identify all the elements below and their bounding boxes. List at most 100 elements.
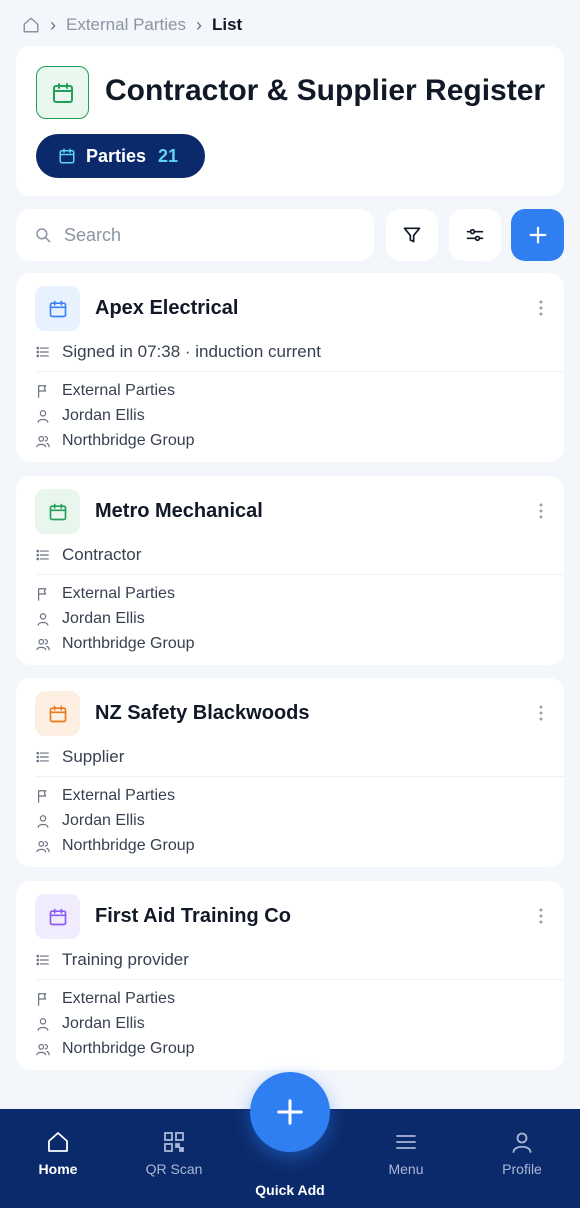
flag-icon — [36, 992, 50, 1006]
party-card[interactable]: NZ Safety Blackwoods Supplier External P… — [16, 678, 564, 867]
qr-code-icon — [161, 1129, 187, 1155]
page-title: Contractor & Supplier Register — [105, 74, 546, 107]
user-icon — [36, 1017, 50, 1031]
party-name[interactable]: Metro Mechanical — [95, 500, 263, 523]
party-group: Northbridge Group — [62, 837, 195, 854]
users-icon — [36, 434, 50, 448]
home-icon[interactable] — [22, 16, 40, 34]
nav-qr-scan-label: QR Scan — [145, 1161, 203, 1177]
flag-icon — [36, 384, 50, 398]
nav-menu[interactable]: Menu — [361, 1129, 451, 1177]
search-input[interactable] — [64, 224, 344, 246]
users-icon — [36, 839, 50, 853]
sliders-icon — [465, 225, 485, 245]
nav-home-label: Home — [38, 1161, 78, 1177]
breadcrumb-current: List — [212, 15, 243, 34]
divider — [36, 574, 564, 575]
party-module: External Parties — [62, 585, 175, 602]
party-group-row: Northbridge Group — [36, 837, 195, 855]
party-module-row: External Parties — [36, 990, 175, 1008]
search-box[interactable] — [16, 209, 374, 261]
party-module-row: External Parties — [36, 382, 175, 400]
calendar-icon — [35, 691, 80, 736]
nav-qr-scan[interactable]: QR Scan — [129, 1129, 219, 1177]
party-description: Supplier — [62, 747, 125, 766]
more-vertical-icon[interactable] — [534, 704, 548, 722]
breadcrumb-item[interactable]: External Parties — [66, 15, 186, 35]
divider — [36, 979, 564, 980]
party-module-row: External Parties — [36, 585, 175, 603]
quick-add-button[interactable] — [250, 1072, 330, 1152]
party-description-row: Supplier — [36, 747, 124, 767]
party-description: Signed in 07:38 · induction current — [62, 342, 321, 361]
parties-tab[interactable]: Parties 21 — [36, 134, 205, 178]
party-description-row: Training provider — [36, 950, 189, 970]
party-owner-row: Jordan Ellis — [36, 407, 145, 425]
users-icon — [36, 637, 50, 651]
home-icon — [45, 1129, 71, 1155]
user-icon — [36, 409, 50, 423]
party-owner: Jordan Ellis — [62, 610, 145, 627]
party-module: External Parties — [62, 787, 175, 804]
party-description: Contractor — [62, 545, 142, 564]
party-group: Northbridge Group — [62, 635, 195, 652]
party-card[interactable]: Apex Electrical Signed in 07:38 · induct… — [16, 273, 564, 462]
party-description: Training provider — [62, 950, 189, 969]
party-owner: Jordan Ellis — [62, 1015, 145, 1032]
calendar-icon — [35, 894, 80, 939]
sort-options-button[interactable] — [449, 209, 501, 261]
party-owner-row: Jordan Ellis — [36, 812, 145, 830]
party-module: External Parties — [62, 382, 175, 399]
divider — [36, 776, 564, 777]
party-name[interactable]: Apex Electrical — [95, 297, 238, 320]
party-name[interactable]: NZ Safety Blackwoods — [95, 702, 310, 725]
filter-button[interactable] — [386, 209, 438, 261]
nav-menu-label: Menu — [388, 1161, 424, 1177]
flag-icon — [36, 587, 50, 601]
party-group-row: Northbridge Group — [36, 432, 195, 450]
quick-add-label: Quick Add — [255, 1182, 325, 1198]
parties-tab-label: Parties — [86, 145, 147, 166]
party-owner-row: Jordan Ellis — [36, 1015, 145, 1033]
more-vertical-icon[interactable] — [534, 907, 548, 925]
party-owner: Jordan Ellis — [62, 407, 145, 424]
party-module: External Parties — [62, 990, 175, 1007]
more-vertical-icon[interactable] — [534, 299, 548, 317]
party-group-row: Northbridge Group — [36, 1040, 195, 1058]
user-icon — [36, 814, 50, 828]
calendar-icon — [58, 147, 76, 165]
party-owner: Jordan Ellis — [62, 812, 145, 829]
menu-icon — [393, 1129, 419, 1155]
add-party-button[interactable] — [511, 209, 564, 261]
breadcrumb: › External Parties › List — [22, 14, 242, 36]
users-icon — [36, 1042, 50, 1056]
party-description-row: Signed in 07:38 · induction current — [36, 342, 321, 362]
plus-icon — [275, 1097, 305, 1127]
party-group-row: Northbridge Group — [36, 635, 195, 653]
party-description-row: Contractor — [36, 545, 141, 565]
party-owner-row: Jordan Ellis — [36, 610, 145, 628]
party-name[interactable]: First Aid Training Co — [95, 905, 291, 928]
divider — [36, 371, 564, 372]
flag-icon — [36, 789, 50, 803]
nav-profile-label: Profile — [502, 1161, 542, 1177]
party-card[interactable]: Metro Mechanical Contractor External Par… — [16, 476, 564, 665]
party-group: Northbridge Group — [62, 432, 195, 449]
more-vertical-icon[interactable] — [534, 502, 548, 520]
party-card[interactable]: First Aid Training Co Training provider … — [16, 881, 564, 1070]
list-icon — [36, 548, 50, 562]
list-icon — [36, 750, 50, 764]
plus-icon — [527, 224, 549, 246]
chevron-right-icon: › — [196, 14, 202, 35]
calendar-icon — [35, 286, 80, 331]
profile-icon — [509, 1129, 535, 1155]
calendar-icon — [35, 489, 80, 534]
nav-profile[interactable]: Profile — [477, 1129, 567, 1177]
chevron-right-icon: › — [50, 14, 56, 35]
search-icon — [34, 226, 52, 244]
filter-icon — [402, 225, 422, 245]
list-icon — [36, 345, 50, 359]
party-module-row: External Parties — [36, 787, 175, 805]
parties-count-badge: 21 — [158, 145, 179, 166]
nav-home[interactable]: Home — [13, 1129, 103, 1177]
